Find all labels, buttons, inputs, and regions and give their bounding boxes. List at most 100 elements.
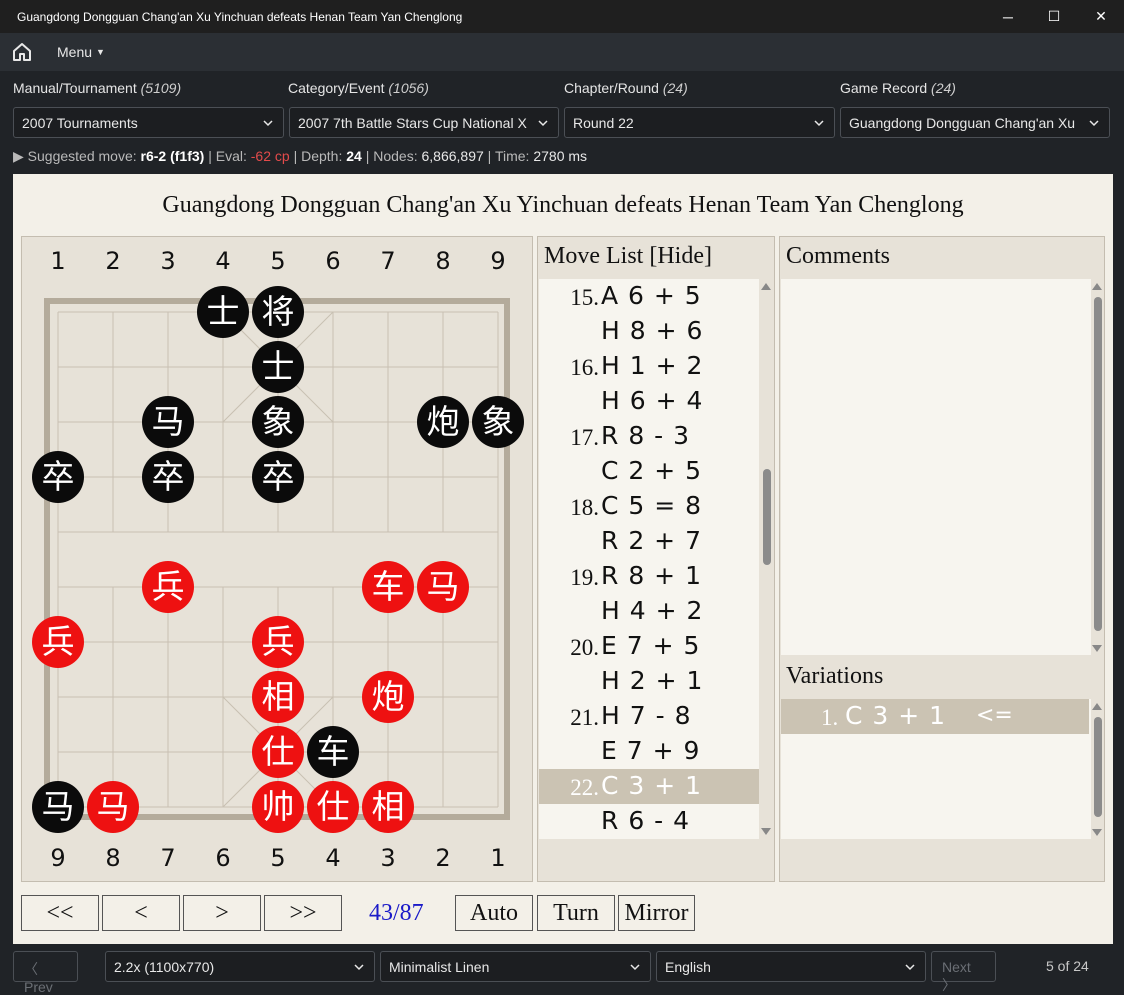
language-select[interactable]: English — [656, 951, 926, 982]
scroll-down-icon[interactable] — [1092, 829, 1102, 836]
move-row[interactable]: H 2 + 1 — [539, 664, 759, 699]
scroll-thumb[interactable] — [1094, 717, 1102, 817]
move-row[interactable]: 21. H 7 - 8 — [539, 699, 759, 734]
black-piece[interactable]: 将 — [252, 286, 304, 338]
manual-label: Manual/Tournament (5109) — [13, 80, 181, 96]
engine-status[interactable]: ▶ Suggested move: r6-2 (f1f3) | Eval: -6… — [13, 148, 587, 165]
red-piece[interactable]: 仕 — [307, 781, 359, 833]
prev-page-button[interactable]: 〈 Prev — [13, 951, 78, 995]
title-bar: Guangdong Dongguan Chang'an Xu Yinchuan … — [0, 0, 1124, 33]
turn-button[interactable]: Turn — [537, 895, 615, 931]
black-piece[interactable]: 车 — [307, 726, 359, 778]
close-button[interactable]: ✕ — [1078, 0, 1124, 33]
minimize-button[interactable]: ─ — [985, 0, 1031, 33]
maximize-button[interactable]: ☐ — [1031, 0, 1077, 33]
move-row[interactable]: 18. C 5 = 8 — [539, 489, 759, 524]
scroll-thumb[interactable] — [763, 469, 771, 565]
red-piece[interactable]: 帅 — [252, 781, 304, 833]
chapter-count: (24) — [662, 80, 688, 96]
comments-scrollbar[interactable] — [1091, 279, 1104, 655]
move-notation: H 4 + 2 — [601, 596, 704, 625]
scroll-up-icon[interactable] — [761, 283, 771, 290]
scale-select[interactable]: 2.2x (1100x770) — [105, 951, 375, 982]
move-row[interactable]: 16. H 1 + 2 — [539, 349, 759, 384]
mirror-button[interactable]: Mirror — [618, 895, 695, 931]
record-select[interactable]: Guangdong Dongguan Chang'an Xu — [840, 107, 1110, 138]
black-piece[interactable]: 马 — [142, 396, 194, 448]
red-piece[interactable]: 马 — [87, 781, 139, 833]
move-row[interactable]: R 2 + 7 — [539, 524, 759, 559]
suggested-move-label: ▶ Suggested move: — [13, 148, 141, 164]
chevron-down-icon — [1089, 120, 1099, 127]
chapter-select[interactable]: Round 22 — [564, 107, 835, 138]
move-row[interactable]: 20. E 7 + 5 — [539, 629, 759, 664]
black-piece[interactable]: 卒 — [252, 451, 304, 503]
red-piece[interactable]: 相 — [362, 781, 414, 833]
record-count: (24) — [931, 80, 956, 96]
move-notation: H 1 + 2 — [601, 351, 704, 380]
red-piece[interactable]: 炮 — [362, 671, 414, 723]
red-piece[interactable]: 马 — [417, 561, 469, 613]
chevron-down-icon — [538, 120, 548, 127]
move-notation: R 2 + 7 — [601, 526, 702, 555]
scroll-up-icon[interactable] — [1092, 703, 1102, 710]
nodes-label: Nodes: — [373, 148, 418, 164]
move-row[interactable]: H 6 + 4 — [539, 384, 759, 419]
move-number: 20. — [570, 635, 599, 660]
black-piece[interactable]: 士 — [197, 286, 249, 338]
game-view: Guangdong Dongguan Chang'an Xu Yinchuan … — [13, 174, 1113, 944]
theme-value: Minimalist Linen — [389, 959, 490, 975]
move-row[interactable]: 15. A 6 + 5 — [539, 279, 759, 314]
move-row[interactable]: R 6 - 4 — [539, 804, 759, 839]
red-piece[interactable]: 仕 — [252, 726, 304, 778]
red-piece[interactable]: 兵 — [142, 561, 194, 613]
red-piece[interactable]: 车 — [362, 561, 414, 613]
move-row[interactable]: H 8 + 6 — [539, 314, 759, 349]
auto-button[interactable]: Auto — [455, 895, 533, 931]
black-piece[interactable]: 马 — [32, 781, 84, 833]
manual-select[interactable]: 2007 Tournaments — [13, 107, 284, 138]
last-move-button[interactable]: >> — [264, 895, 342, 931]
move-row[interactable]: 19. R 8 + 1 — [539, 559, 759, 594]
variation-item[interactable]: 1. C 3 + 1 <= — [781, 699, 1089, 734]
record-select-value: Guangdong Dongguan Chang'an Xu — [849, 115, 1076, 131]
prev-page-label: Prev — [24, 979, 53, 995]
first-move-button[interactable]: << — [21, 895, 99, 931]
black-piece[interactable]: 炮 — [417, 396, 469, 448]
move-row[interactable]: 17. R 8 - 3 — [539, 419, 759, 454]
comments-header: Comments — [786, 243, 891, 269]
variation-move: C 3 + 1 — [845, 701, 947, 730]
move-notation: R 8 - 3 — [601, 421, 691, 450]
move-row[interactable]: 22. C 3 + 1 — [539, 769, 759, 804]
home-icon[interactable] — [10, 40, 34, 64]
move-row[interactable]: H 4 + 2 — [539, 594, 759, 629]
scroll-thumb[interactable] — [1094, 297, 1102, 631]
prev-move-button[interactable]: < — [102, 895, 180, 931]
category-select[interactable]: 2007 7th Battle Stars Cup National X — [289, 107, 559, 138]
black-piece[interactable]: 卒 — [142, 451, 194, 503]
red-piece[interactable]: 相 — [252, 671, 304, 723]
scroll-down-icon[interactable] — [761, 828, 771, 835]
move-list-scrollbar[interactable] — [760, 279, 773, 839]
black-piece[interactable]: 象 — [252, 396, 304, 448]
menu-dropdown[interactable]: Menu ▼ — [57, 44, 105, 60]
move-notation: C 2 + 5 — [601, 456, 703, 485]
red-piece[interactable]: 兵 — [252, 616, 304, 668]
black-piece[interactable]: 卒 — [32, 451, 84, 503]
next-move-button[interactable]: > — [183, 895, 261, 931]
move-row[interactable]: C 2 + 5 — [539, 454, 759, 489]
next-page-button[interactable]: Next 〉 — [931, 951, 996, 993]
move-number: 18. — [570, 495, 599, 520]
move-list-header[interactable]: Move List [Hide] — [544, 243, 712, 270]
move-row[interactable]: E 7 + 9 — [539, 734, 759, 769]
variations-scrollbar[interactable] — [1091, 699, 1104, 839]
comments-text[interactable] — [781, 279, 1091, 655]
scroll-down-icon[interactable] — [1092, 645, 1102, 652]
theme-select[interactable]: Minimalist Linen — [380, 951, 651, 982]
move-notation: H 7 - 8 — [601, 701, 692, 730]
scroll-up-icon[interactable] — [1092, 283, 1102, 290]
move-number: 15. — [570, 285, 599, 310]
black-piece[interactable]: 士 — [252, 341, 304, 393]
red-piece[interactable]: 兵 — [32, 616, 84, 668]
black-piece[interactable]: 象 — [472, 396, 524, 448]
